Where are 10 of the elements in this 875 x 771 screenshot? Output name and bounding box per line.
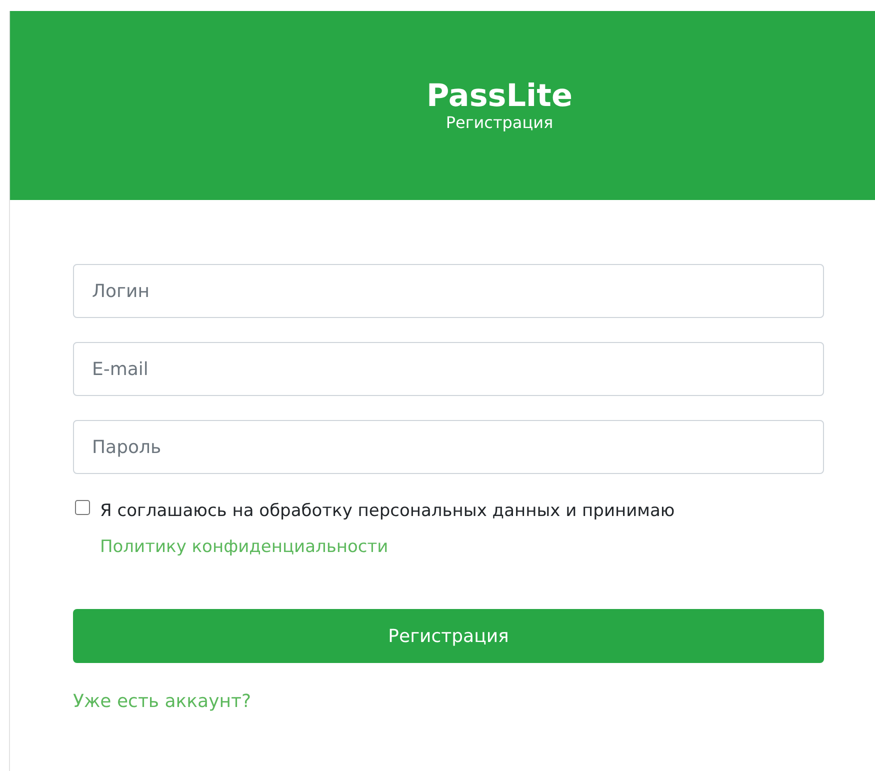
privacy-policy-link[interactable]: Политику конфиденциальности [100, 537, 388, 557]
consent-checkbox[interactable] [75, 500, 90, 515]
consent-text: Я соглашаюсь на обработку персональных данных и принимаю Политику конфиденциальности [100, 500, 676, 559]
app-title: PassLite [426, 78, 572, 113]
login-link[interactable]: Уже есть аккаунт? [73, 691, 252, 712]
input-field[interactable]: E-mail [73, 342, 824, 396]
input-field[interactable]: Пароль [73, 420, 824, 474]
page-subtitle: Регистрация [446, 112, 554, 132]
register-button[interactable]: Регистрация [73, 609, 824, 663]
input-field[interactable]: Логин [73, 264, 824, 318]
